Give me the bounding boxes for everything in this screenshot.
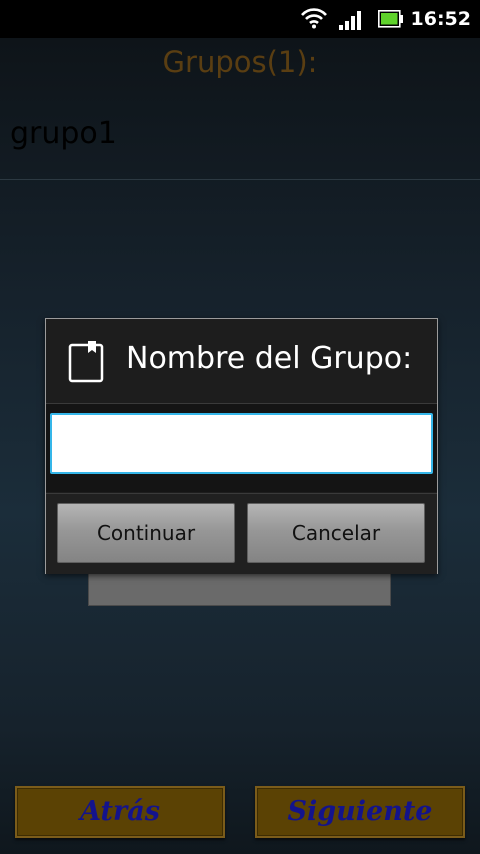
dialog-footer: Continuar Cancelar [46,493,437,574]
dialog-body [46,404,437,492]
cancel-button[interactable]: Cancelar [247,503,425,563]
status-time: 16:52 [410,8,471,30]
group-name-dialog: Nombre del Grupo: Continuar Cancelar [45,318,438,574]
battery-icon [378,10,404,32]
continue-button[interactable]: Continuar [57,503,235,563]
list-item-label: grupo1 [10,116,117,151]
page-title: Grupos(1): [162,45,318,79]
back-button[interactable]: Atrás [15,786,225,838]
dialog-header: Nombre del Grupo: [46,319,437,404]
list-item[interactable]: grupo1 [0,100,480,180]
dialog-title: Nombre del Grupo: [126,341,413,376]
group-name-input[interactable] [50,413,433,474]
notebook-icon [68,341,104,387]
background-panel [88,570,391,606]
status-bar: 16:52 [0,0,480,38]
wifi-icon [300,7,328,33]
next-button[interactable]: Siguiente [255,786,465,838]
signal-icon [339,10,363,34]
